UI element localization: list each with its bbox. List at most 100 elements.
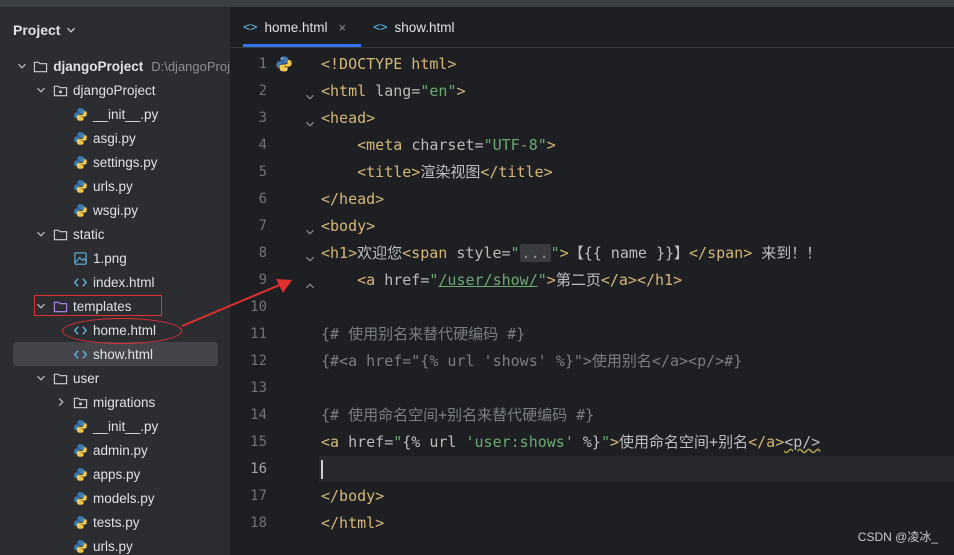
code-token: ... bbox=[519, 244, 551, 262]
tree-item-settings-py[interactable]: settings.py bbox=[0, 150, 230, 174]
code-line[interactable]: {# 使用命名空间+别名来替代硬编码 #} bbox=[321, 402, 594, 429]
line-number: 5 bbox=[258, 164, 267, 180]
code-token: /user/show/ bbox=[438, 271, 538, 289]
tree-item-djangoproject[interactable]: djangoProject D:\djangoProj bbox=[0, 54, 230, 78]
python-file-icon bbox=[72, 202, 88, 218]
code-token: <!DOCTYPE html> bbox=[321, 55, 457, 73]
chevron-down-icon[interactable] bbox=[34, 227, 48, 241]
fold-end-icon[interactable] bbox=[305, 276, 317, 289]
code-token: <h1> bbox=[321, 244, 358, 262]
code-token: " bbox=[600, 433, 610, 451]
project-panel-header[interactable]: Project bbox=[13, 20, 76, 40]
code-token: 欢迎您 bbox=[357, 244, 403, 262]
code-token: " bbox=[550, 244, 560, 262]
watermark: CSDN @凌冰_ bbox=[857, 530, 938, 544]
html-file-icon bbox=[72, 346, 88, 362]
tree-item-label: asgi.py bbox=[93, 130, 136, 146]
code-line[interactable]: <title>渲染视图</title> bbox=[321, 159, 553, 186]
code-token: " bbox=[393, 433, 403, 451]
tree-item-apps-py[interactable]: apps.py bbox=[0, 462, 230, 486]
tree-item-label: user bbox=[73, 370, 100, 386]
code-token: > bbox=[559, 244, 569, 262]
code-line[interactable]: <html lang="en"> bbox=[321, 78, 466, 105]
tree-item-index-html[interactable]: index.html bbox=[0, 270, 230, 294]
tree-item-init-py[interactable]: __init__.py bbox=[0, 102, 230, 126]
code-token: </title> bbox=[480, 163, 553, 181]
fold-chevron-icon[interactable] bbox=[305, 87, 317, 100]
chevron-down-icon[interactable] bbox=[15, 59, 29, 73]
code-line[interactable]: </body> bbox=[321, 483, 384, 510]
code-line[interactable]: <h1>欢迎您<span style="... ">【{{ name }}】</s… bbox=[321, 240, 821, 267]
code-line[interactable]: {#<a href="{% url 'shows' %}">使用别名</a><p… bbox=[321, 348, 742, 375]
code-line[interactable]: <a href="{% url 'user:shows' %}">使用命名空间+… bbox=[321, 429, 820, 456]
tree-item-1-png[interactable]: 1.png bbox=[0, 246, 230, 270]
close-icon[interactable]: × bbox=[338, 20, 346, 35]
tree-item-djangoproject[interactable]: djangoProject bbox=[0, 78, 230, 102]
line-number: 18 bbox=[250, 515, 267, 531]
chevron-down-icon[interactable] bbox=[66, 22, 76, 38]
tree-item-admin-py[interactable]: admin.py bbox=[0, 438, 230, 462]
code-line[interactable]: {# 使用别名来替代硬编码 #} bbox=[321, 321, 525, 348]
tree-item-label: djangoProject bbox=[53, 58, 144, 74]
code-line[interactable]: <!DOCTYPE html> bbox=[321, 51, 456, 78]
fold-chevron-icon[interactable] bbox=[305, 249, 317, 262]
tree-item-urls-py[interactable]: urls.py bbox=[0, 174, 230, 198]
code-line[interactable]: </head> bbox=[321, 186, 384, 213]
folder-icon bbox=[52, 226, 68, 242]
tree-item-label: show.html bbox=[93, 346, 154, 362]
tree-item-static[interactable]: static bbox=[0, 222, 230, 246]
code-token: <body> bbox=[321, 217, 376, 235]
tree-item-init-py[interactable]: __init__.py bbox=[0, 414, 230, 438]
line-number: 13 bbox=[250, 380, 267, 396]
tree-item-label: urls.py bbox=[93, 178, 133, 194]
tree-item-wsgi-py[interactable]: wsgi.py bbox=[0, 198, 230, 222]
code-line[interactable] bbox=[321, 456, 323, 483]
code-line[interactable]: <meta charset="UTF-8"> bbox=[321, 132, 556, 159]
chevron-down-icon[interactable] bbox=[34, 83, 48, 97]
tree-item-label: djangoProject bbox=[73, 82, 156, 98]
python-file-icon bbox=[72, 442, 88, 458]
chevron-down-icon[interactable] bbox=[34, 371, 48, 385]
code-line[interactable]: </html> bbox=[321, 510, 384, 537]
tree-item-urls-py[interactable]: urls.py bbox=[0, 534, 230, 555]
code-token: </head> bbox=[321, 190, 385, 208]
window-top-strip bbox=[0, 0, 954, 7]
tree-item-label: urls.py bbox=[93, 538, 133, 554]
tree-item-user[interactable]: user bbox=[0, 366, 230, 390]
fold-chevron-icon[interactable] bbox=[305, 222, 317, 235]
code-token: href= bbox=[348, 433, 394, 451]
tree-item-label: migrations bbox=[93, 394, 156, 410]
annotation-box-templates bbox=[34, 295, 162, 316]
tab-label: home.html bbox=[264, 19, 328, 35]
code-token: "UTF-8" bbox=[483, 136, 547, 154]
tab-show-html[interactable]: <> show.html bbox=[373, 7, 454, 47]
python-file-icon bbox=[72, 418, 88, 434]
python-run-icon[interactable] bbox=[275, 55, 293, 73]
code-editor[interactable]: <!DOCTYPE html> <html lang="en"> <head> <m… bbox=[321, 48, 954, 555]
tree-item-models-py[interactable]: models.py bbox=[0, 486, 230, 510]
code-line[interactable]: <head> bbox=[321, 105, 375, 132]
code-token: " bbox=[510, 244, 520, 262]
code-line[interactable]: <a href="/user/show/">第二页</a></h1> bbox=[321, 267, 682, 294]
code-token: <title> bbox=[357, 163, 421, 181]
code-line[interactable]: <body> bbox=[321, 213, 375, 240]
tree-item-tests-py[interactable]: tests.py bbox=[0, 510, 230, 534]
chevron-right-icon[interactable] bbox=[54, 395, 68, 409]
tree-item-migrations[interactable]: migrations bbox=[0, 390, 230, 414]
code-token: </html> bbox=[321, 514, 385, 532]
tree-item-asgi-py[interactable]: asgi.py bbox=[0, 126, 230, 150]
line-number: 4 bbox=[258, 137, 267, 153]
tree-item-label: __init__.py bbox=[93, 418, 159, 434]
code-token: <span bbox=[402, 244, 457, 262]
code-token: <a bbox=[321, 433, 349, 451]
line-number: 2 bbox=[258, 83, 267, 99]
tree-item-show-html[interactable]: show.html bbox=[0, 342, 230, 366]
tree-item-label: settings.py bbox=[93, 154, 158, 170]
python-file-icon bbox=[72, 490, 88, 506]
project-panel: Project djangoProject D:\djangoProj django… bbox=[0, 7, 231, 555]
code-token: </a> bbox=[748, 433, 785, 451]
fold-chevron-icon[interactable] bbox=[305, 114, 317, 127]
line-number: 15 bbox=[250, 434, 267, 450]
tab-home-html[interactable]: <> home.html × bbox=[243, 7, 361, 47]
